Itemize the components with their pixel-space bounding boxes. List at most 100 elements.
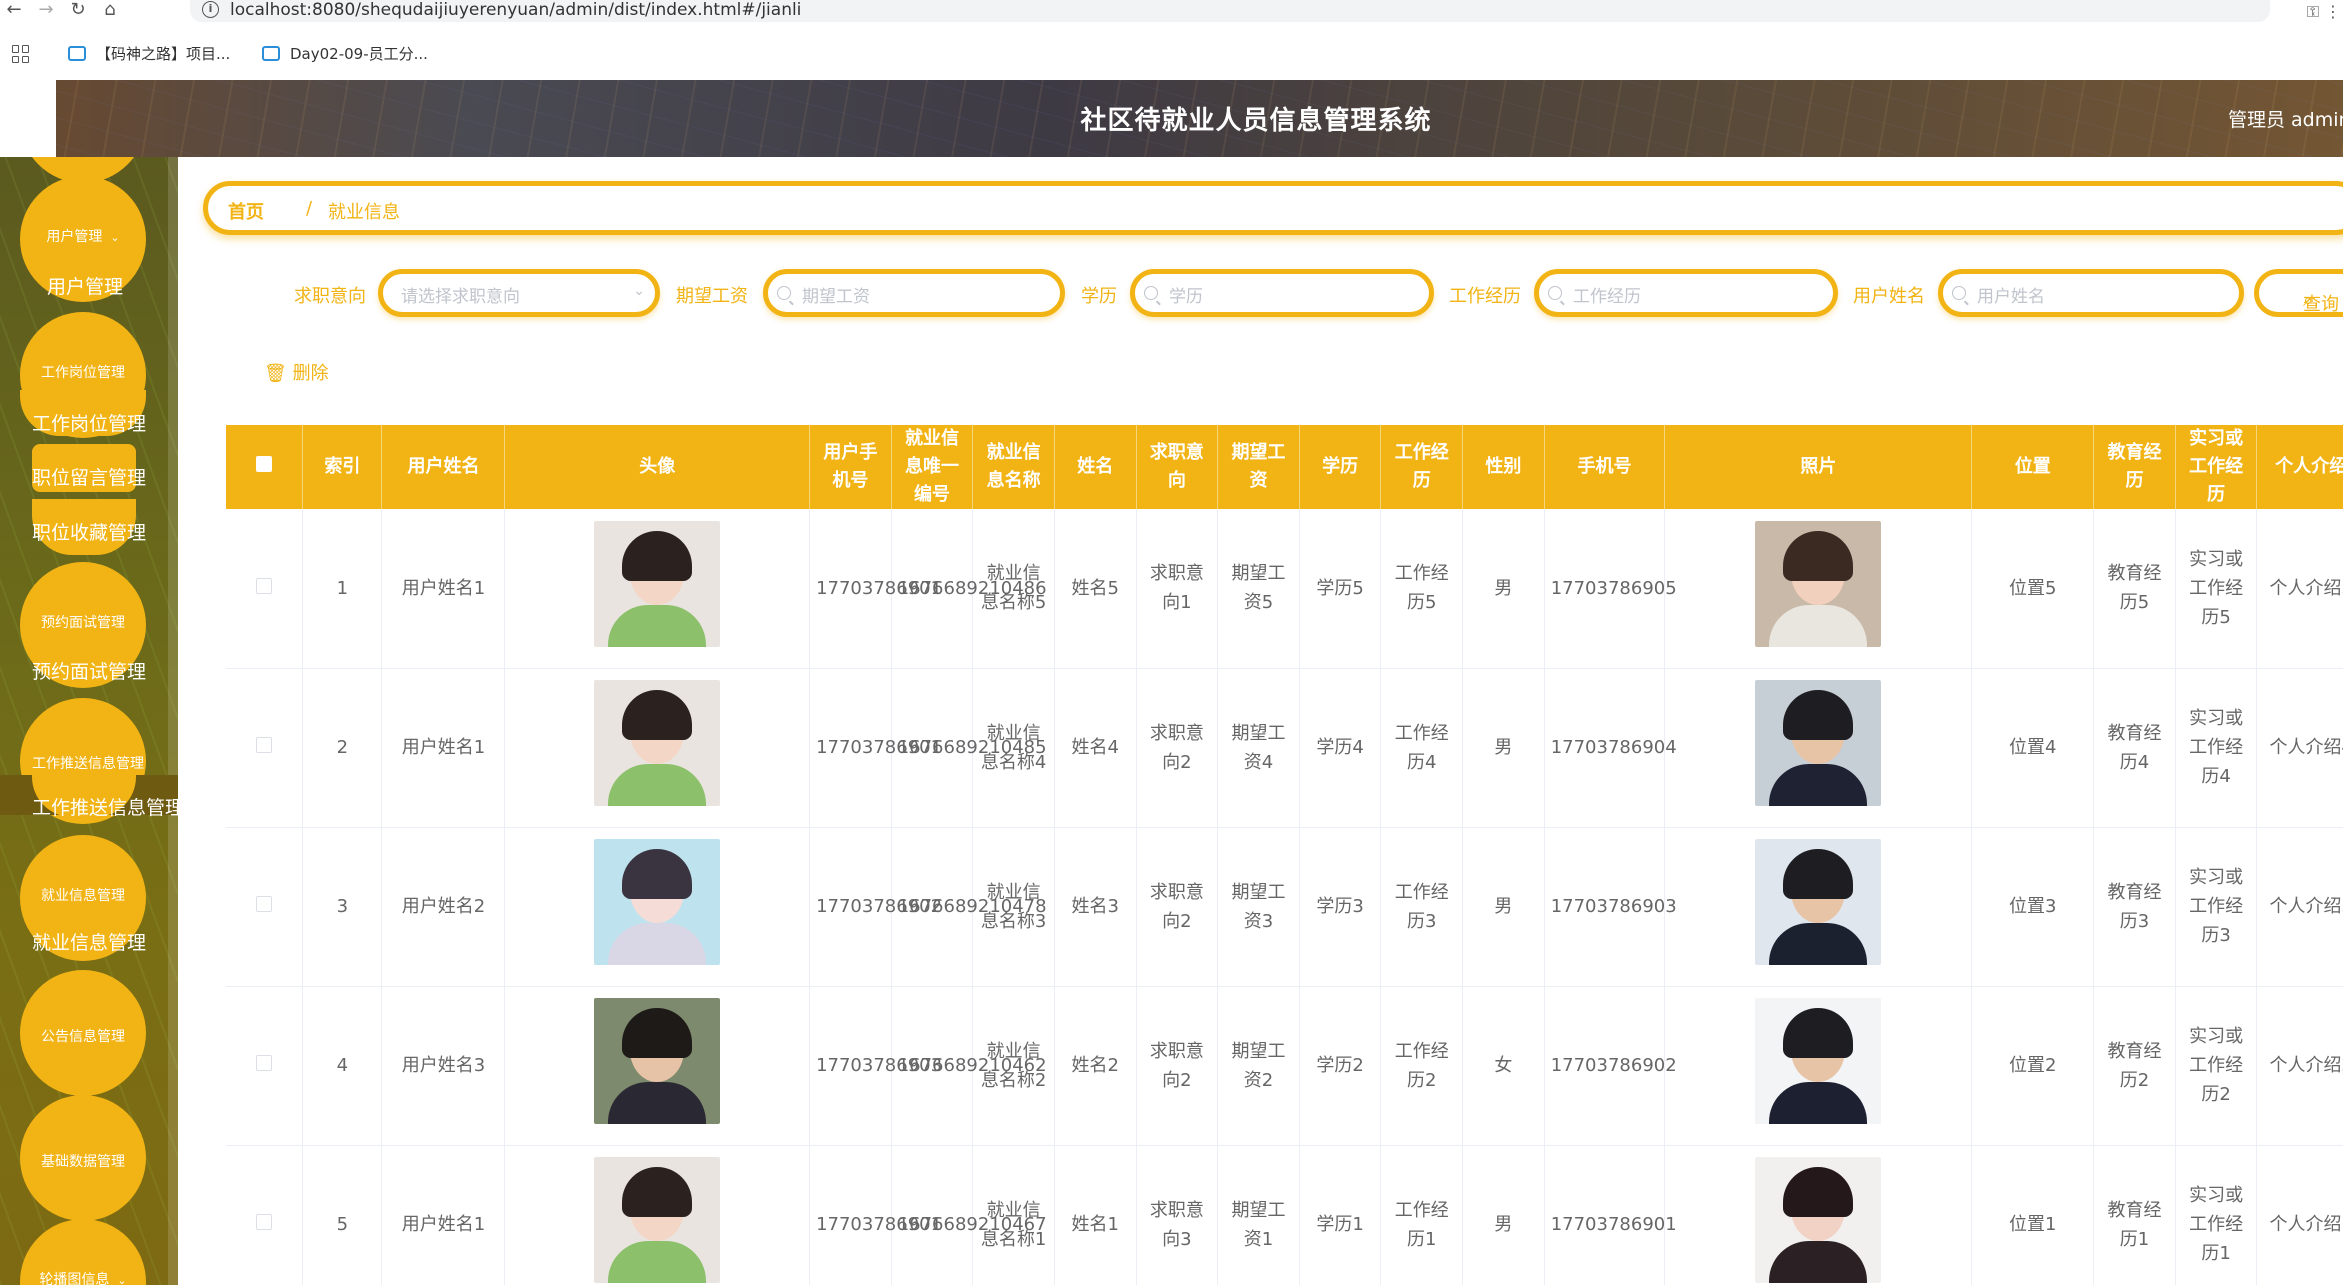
portrait-body: [1769, 1082, 1868, 1124]
cell-uid: 1676689210486: [891, 509, 1047, 669]
sidebar-sub-job-favorite[interactable]: 职位收藏管理: [32, 518, 146, 545]
apps-grid-icon[interactable]: [12, 45, 30, 63]
url-text: localhost:8080/shequdaijiuyerenyuan/admi…: [230, 0, 802, 20]
bookmark-item-1[interactable]: 【码神之路】项目...: [68, 43, 230, 65]
avatar-image[interactable]: [594, 998, 721, 1124]
back-arrow-icon[interactable]: ←: [2, 0, 26, 24]
sidebar-sub-interview[interactable]: 预约面试管理: [32, 657, 146, 684]
cell-gender: 男: [1462, 509, 1545, 669]
cell-edu-exp: 教育经历2: [2093, 986, 2176, 1146]
table-row[interactable]: 2 用户姓名1 17703786901 1676689210485 就业信息名称4 姓名4…: [226, 668, 2343, 828]
password-key-icon[interactable]: ⚿: [2307, 2, 2319, 22]
row-select-cell[interactable]: [226, 986, 304, 1146]
sidebar-sub-user[interactable]: 用户管理: [47, 272, 123, 299]
intent-select[interactable]: 请选择求职意向 ⌄: [378, 269, 660, 317]
reload-icon[interactable]: ↻: [66, 0, 90, 24]
sidebar-menu-banner[interactable]: 轮播图信息 ⌄: [20, 1219, 146, 1285]
sidebar-sub-job-message[interactable]: 职位留言管理: [32, 463, 146, 490]
filter-label-username: 用户姓名: [1853, 286, 1925, 307]
photo-image[interactable]: [1755, 520, 1882, 647]
cell-index: 3: [302, 827, 383, 987]
cell-intro: 个人介绍2: [2256, 986, 2343, 1146]
cell-salary: 期望工资2: [1217, 986, 1300, 1146]
salary-input[interactable]: 期望工资: [763, 269, 1065, 317]
browser-menu-icon[interactable]: ⋮: [2325, 2, 2341, 21]
photo-image[interactable]: [1755, 839, 1882, 965]
cell-edu: 学历1: [1299, 1145, 1382, 1285]
cell-edu: 学历4: [1299, 668, 1382, 828]
row-checkbox[interactable]: [256, 896, 273, 912]
forward-arrow-icon[interactable]: →: [34, 0, 58, 24]
work-input[interactable]: 工作经历: [1534, 269, 1838, 317]
cell-work: 工作经历1: [1380, 1145, 1464, 1285]
row-checkbox[interactable]: [256, 577, 273, 594]
breadcrumb: 首页 / 就业信息: [203, 181, 2343, 235]
site-info-icon[interactable]: i: [202, 1, 219, 18]
header-gender: 性别: [1462, 425, 1545, 509]
portrait-body: [608, 1082, 707, 1124]
cell-avatar: [504, 668, 811, 828]
cell-index: 1: [302, 509, 383, 669]
breadcrumb-separator: /: [306, 198, 313, 219]
browser-toolbar: ← → ↻ ⌂ i localhost:8080/shequdaijiuyere…: [0, 0, 2343, 30]
avatar-image[interactable]: [594, 1157, 721, 1283]
home-icon[interactable]: ⌂: [98, 0, 122, 24]
cell-user-name: 用户姓名1: [381, 509, 506, 669]
row-select-cell[interactable]: [226, 1145, 304, 1285]
cell-index: 5: [302, 1145, 383, 1285]
cell-intern: 实习或工作经历1: [2175, 1145, 2258, 1285]
avatar-image[interactable]: [594, 680, 721, 806]
filter-label-salary: 期望工资: [676, 286, 748, 307]
cell-photo: [1664, 1145, 1973, 1285]
avatar-image[interactable]: [594, 839, 721, 965]
portrait-hair: [1783, 690, 1854, 740]
portrait-hair: [1783, 1008, 1854, 1058]
avatar-image[interactable]: [594, 520, 721, 647]
cell-uid: 1676689210478: [891, 827, 1047, 987]
row-checkbox[interactable]: [256, 1214, 273, 1230]
cell-index: 4: [302, 986, 383, 1146]
username-input[interactable]: 用户姓名: [1938, 269, 2244, 317]
admin-user-label[interactable]: 管理员 admin: [2228, 105, 2343, 132]
photo-image[interactable]: [1755, 680, 1882, 806]
row-select-cell[interactable]: [226, 668, 304, 828]
bilibili-icon: [68, 46, 86, 61]
bookmark-item-2[interactable]: Day02-09-员工分...: [262, 43, 428, 65]
table-row[interactable]: 5 用户姓名1 17703786901 1676689210467 就业信息名称1 姓名1…: [226, 1145, 2343, 1285]
portrait-body: [1769, 604, 1868, 647]
query-button[interactable]: 查询 ⌕: [2254, 269, 2343, 317]
delete-button[interactable]: 🗑 删除: [264, 359, 329, 385]
cell-phone: 17703786901: [1544, 1145, 1677, 1285]
sidebar-sub-employment[interactable]: 就业信息管理: [32, 928, 146, 955]
cell-user-name: 用户姓名2: [381, 827, 506, 987]
chevron-down-icon: ⌄: [633, 283, 645, 299]
row-checkbox[interactable]: [256, 737, 273, 753]
table-row[interactable]: 3 用户姓名2 17703786902 1676689210478 就业信息名称3 姓名3…: [226, 827, 2343, 987]
cell-location: 位置4: [1971, 668, 2095, 828]
header-select-all[interactable]: [226, 425, 304, 509]
photo-image[interactable]: [1755, 998, 1882, 1124]
cell-intent: 求职意向1: [1136, 509, 1219, 669]
cell-job-name: 就业信息名称4: [972, 668, 1055, 828]
sidebar-menu-notice[interactable]: 公告信息管理: [20, 970, 146, 1096]
row-select-cell[interactable]: [226, 827, 304, 987]
cell-phone: 17703786902: [1544, 986, 1677, 1146]
row-select-cell[interactable]: [226, 509, 304, 669]
portrait-body: [608, 1241, 707, 1283]
photo-image[interactable]: [1755, 1157, 1882, 1283]
cell-intent: 求职意向3: [1136, 1145, 1219, 1285]
select-all-checkbox[interactable]: [256, 456, 273, 472]
cell-avatar: [504, 509, 811, 669]
sidebar-sub-job-post[interactable]: 工作岗位管理: [32, 409, 146, 436]
table-row[interactable]: 1 用户姓名1 17703786901 1676689210486 就业信息名称5 姓名5…: [226, 509, 2343, 669]
work-placeholder: 工作经历: [1573, 287, 1641, 307]
portrait-hair: [622, 1008, 693, 1058]
table-row[interactable]: 4 用户姓名3 17703786903 1676689210462 就业信息名称2 姓名2…: [226, 986, 2343, 1146]
row-checkbox[interactable]: [256, 1055, 273, 1071]
sidebar-sub-push[interactable]: 工作推送信息管理: [32, 793, 178, 820]
edu-input[interactable]: 学历: [1130, 269, 1434, 317]
sidebar-menu-basic-data[interactable]: 基础数据管理: [20, 1095, 146, 1221]
breadcrumb-home[interactable]: 首页: [228, 198, 264, 224]
address-bar[interactable]: i localhost:8080/shequdaijiuyerenyuan/ad…: [190, 0, 2270, 22]
portrait-hair: [622, 1167, 693, 1217]
